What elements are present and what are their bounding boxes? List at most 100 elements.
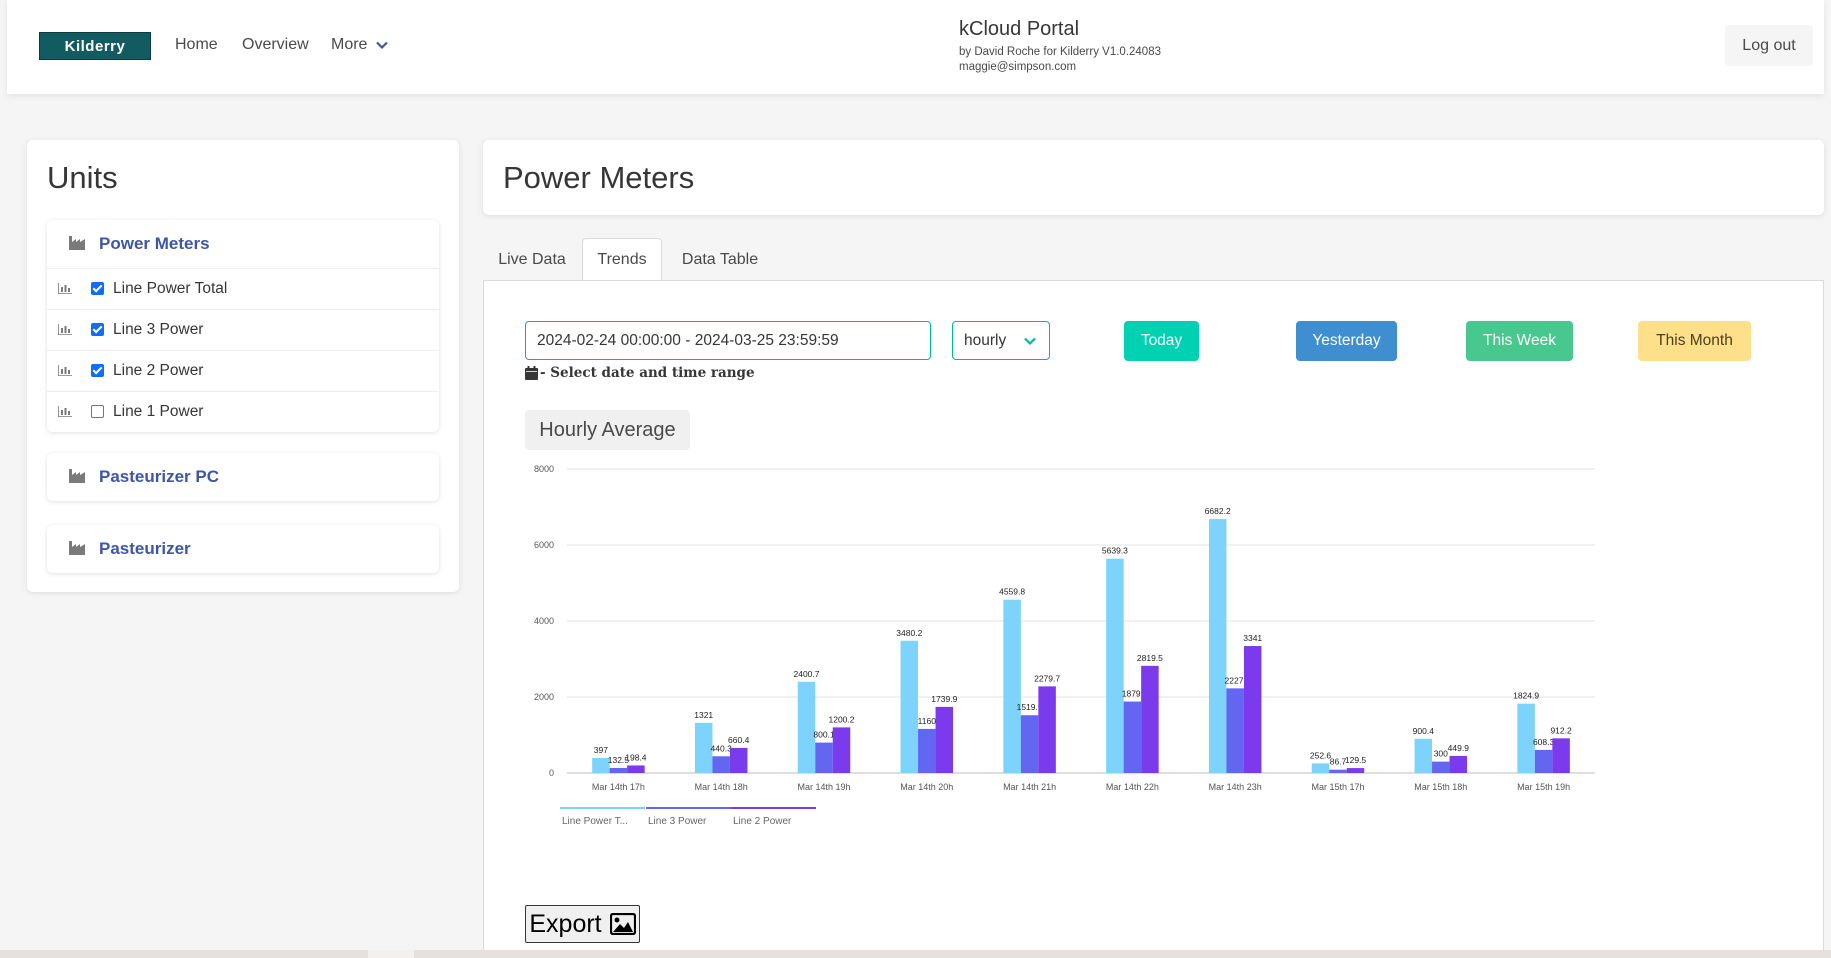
- image-icon: [609, 913, 636, 935]
- chart-bar: [1003, 599, 1021, 773]
- x-tick-label: Mar 14th 19h: [797, 782, 850, 792]
- bar-value-label: 912.2: [1550, 725, 1572, 735]
- y-tick-label: 2000: [534, 692, 554, 702]
- unit-checkbox[interactable]: [91, 282, 104, 295]
- factory-icon: [69, 469, 85, 483]
- chart-bar: [1534, 749, 1553, 773]
- chart-icon: [58, 406, 72, 417]
- chart-bar: [627, 765, 645, 773]
- x-tick-label: Mar 14th 17h: [592, 782, 645, 792]
- group-title: Pasteurizer: [99, 539, 191, 558]
- today-button[interactable]: Today: [1124, 321, 1199, 361]
- view-tabs: Live Data Trends Data Table: [483, 238, 1824, 281]
- chart-bar: [935, 706, 954, 773]
- x-tick-label: Mar 15th 18h: [1414, 782, 1467, 792]
- legend-label: Line Power T...: [562, 816, 628, 827]
- group-header-power-meters[interactable]: Power Meters: [47, 220, 439, 268]
- chart-bar: [1243, 646, 1262, 773]
- chart-bar: [832, 727, 851, 773]
- bar-value-label: 1160: [918, 716, 937, 726]
- x-tick-label: Mar 14th 21h: [1003, 782, 1056, 792]
- chart-bar: [1311, 763, 1330, 773]
- bar-value-label: 300: [1434, 749, 1448, 759]
- y-tick-label: 8000: [534, 464, 554, 474]
- unit-label: Line 1 Power: [113, 403, 204, 420]
- chart-bar: [1449, 755, 1468, 773]
- export-button[interactable]: Export: [525, 905, 640, 943]
- tab-trends[interactable]: Trends: [582, 238, 662, 281]
- nav-more-dropdown[interactable]: More: [331, 36, 389, 54]
- bar-value-label: 2400.7: [794, 669, 820, 679]
- nav-overview-link[interactable]: Overview: [242, 36, 309, 54]
- bar-value-label: 2279.7: [1034, 673, 1060, 683]
- x-tick-label: Mar 14th 18h: [695, 782, 748, 792]
- chart-bar: [815, 742, 833, 773]
- unit-group-pasteurizer[interactable]: Pasteurizer: [47, 525, 439, 573]
- yesterday-button[interactable]: Yesterday: [1296, 321, 1397, 361]
- trends-panel: 2024-02-24 00:00:00 - 2024-03-25 23:59:5…: [483, 280, 1824, 958]
- tab-live-data[interactable]: Live Data: [483, 238, 581, 281]
- group-header-pasteurizer-pc[interactable]: Pasteurizer PC: [47, 453, 439, 501]
- chart-heading: Hourly Average: [525, 410, 690, 450]
- bar-value-label: 900.4: [1413, 726, 1435, 736]
- unit-checkbox[interactable]: [91, 323, 104, 336]
- unit-checkbox[interactable]: [91, 364, 104, 377]
- page-title: Power Meters: [503, 160, 695, 195]
- group-header-pasteurizer[interactable]: Pasteurizer: [47, 525, 439, 573]
- units-sidebar: Units Power Meters Line Power Total Line…: [27, 140, 459, 592]
- bar-value-label: 1200.2: [829, 714, 855, 724]
- chart-icon: [58, 324, 72, 335]
- chart-bar: [729, 747, 748, 773]
- bar-value-label: 3480.2: [896, 628, 922, 638]
- this-month-button[interactable]: This Month: [1638, 321, 1751, 361]
- bar-value-label: 3341: [1243, 633, 1262, 643]
- unit-item-line-power-total[interactable]: Line Power Total: [47, 268, 439, 309]
- factory-icon: [69, 236, 85, 250]
- logout-button[interactable]: Log out: [1725, 25, 1813, 66]
- horizontal-scrollbar[interactable]: [0, 950, 1831, 958]
- group-title: Power Meters: [99, 234, 210, 253]
- nav-more-label: More: [331, 36, 368, 53]
- date-range-input[interactable]: 2024-02-24 00:00:00 - 2024-03-25 23:59:5…: [525, 321, 931, 360]
- hourly-average-chart: 02000400060008000397132.5198.4Mar 14th 1…: [534, 464, 1595, 827]
- chart-bar: [900, 640, 919, 773]
- chart-bar: [1329, 769, 1347, 773]
- interval-value: hourly: [964, 332, 1007, 349]
- unit-checkbox[interactable]: [91, 405, 104, 418]
- chart-bar: [1226, 688, 1244, 773]
- page-header-card: Power Meters: [483, 140, 1824, 215]
- chart-bar: [1106, 558, 1124, 773]
- scrollbar-thumb[interactable]: [368, 950, 414, 958]
- chevron-down-icon: [376, 41, 389, 50]
- interval-select[interactable]: hourly: [952, 321, 1050, 360]
- user-email: maggie@simpson.com: [959, 61, 1077, 73]
- x-tick-label: Mar 15th 19h: [1517, 782, 1570, 792]
- kilderry-logo[interactable]: Kilderry: [39, 32, 151, 60]
- chart-bar: [1123, 701, 1142, 773]
- x-tick-label: Mar 14th 23h: [1209, 782, 1262, 792]
- unit-item-line-1-power[interactable]: Line 1 Power: [47, 391, 439, 432]
- legend-label: Line 2 Power: [733, 816, 792, 827]
- bar-value-label: 800.1: [813, 730, 835, 740]
- x-tick-label: Mar 14th 22h: [1106, 782, 1159, 792]
- y-tick-label: 6000: [534, 540, 554, 550]
- unit-item-line-2-power[interactable]: Line 2 Power: [47, 350, 439, 391]
- unit-item-line-3-power[interactable]: Line 3 Power: [47, 309, 439, 350]
- chart-bar: [1414, 738, 1433, 773]
- bar-value-label: 6682.2: [1205, 506, 1231, 516]
- chart-bar: [1141, 665, 1159, 773]
- bar-value-label: 1824.9: [1513, 691, 1539, 701]
- bar-value-label: 608.3: [1533, 737, 1555, 747]
- x-tick-label: Mar 15th 17h: [1311, 782, 1364, 792]
- nav-home-link[interactable]: Home: [175, 36, 218, 54]
- tab-data-table[interactable]: Data Table: [662, 238, 778, 281]
- top-navbar: Kilderry Home Overview More kCloud Porta…: [7, 0, 1824, 94]
- bar-value-label: 252.6: [1310, 750, 1332, 760]
- unit-group-pasteurizer-pc[interactable]: Pasteurizer PC: [47, 453, 439, 501]
- chart-bar: [1208, 519, 1227, 773]
- units-title: Units: [47, 160, 118, 195]
- y-tick-label: 0: [549, 768, 554, 778]
- bar-value-label: 1739.9: [931, 694, 957, 704]
- this-week-button[interactable]: This Week: [1466, 321, 1573, 361]
- bar-value-label: 2227.: [1225, 675, 1246, 685]
